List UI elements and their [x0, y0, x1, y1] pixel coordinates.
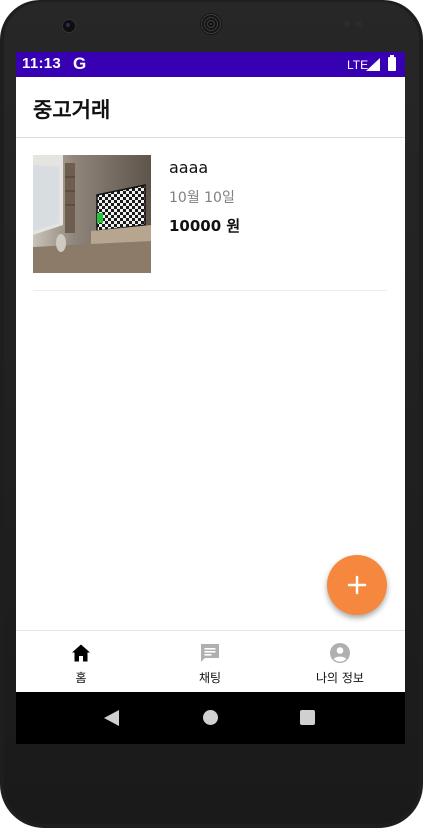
- app-bar: 중고거래: [16, 77, 405, 138]
- signal-icon: [366, 58, 380, 71]
- proximity-sensor: [344, 21, 350, 27]
- nav-label-my-info: 나의 정보: [316, 671, 364, 685]
- item-price: 10000 원: [169, 217, 241, 235]
- nav-item-home[interactable]: 홈: [16, 631, 146, 693]
- back-icon[interactable]: [104, 710, 119, 726]
- plus-icon: [347, 575, 367, 595]
- nav-item-my-info[interactable]: 나의 정보: [275, 631, 405, 693]
- front-camera: [62, 19, 76, 33]
- nav-label-chat: 채팅: [198, 671, 222, 685]
- page-title: 중고거래: [33, 98, 111, 122]
- nav-label-home: 홈: [75, 671, 87, 685]
- item-title: aaaa: [169, 158, 209, 177]
- add-listing-button[interactable]: [327, 555, 387, 615]
- network-type: LTE: [347, 58, 369, 72]
- recents-icon[interactable]: [300, 710, 315, 725]
- item-date: 10월 10일: [169, 190, 235, 206]
- chat-icon: [201, 644, 219, 662]
- google-notification-icon: G: [73, 54, 87, 73]
- home-icon: [72, 644, 90, 662]
- living-room-tv-photo-icon: [33, 155, 151, 273]
- bottom-navigation: 홈 채팅 나의 정보: [16, 630, 405, 693]
- account-icon: [330, 643, 350, 663]
- battery-icon: [388, 55, 396, 71]
- list-divider: [33, 290, 387, 291]
- screen: 11:13 G LTE 중고거래 aaaa 10월 10일 10000 원 홈 …: [16, 52, 405, 744]
- status-time: 11:13: [22, 55, 62, 72]
- background-window-edge: [423, 0, 429, 828]
- item-thumbnail[interactable]: [33, 155, 151, 273]
- system-home-icon[interactable]: [203, 710, 218, 725]
- system-navigation-bar: [16, 692, 405, 744]
- list-item[interactable]: aaaa 10월 10일 10000 원: [16, 138, 405, 291]
- phone-frame: 11:13 G LTE 중고거래 aaaa 10월 10일 10000 원 홈 …: [0, 0, 423, 828]
- light-sensor: [356, 21, 362, 27]
- earpiece-speaker: [200, 13, 222, 35]
- status-bar: 11:13 G LTE: [16, 52, 405, 77]
- nav-item-chat[interactable]: 채팅: [145, 631, 275, 693]
